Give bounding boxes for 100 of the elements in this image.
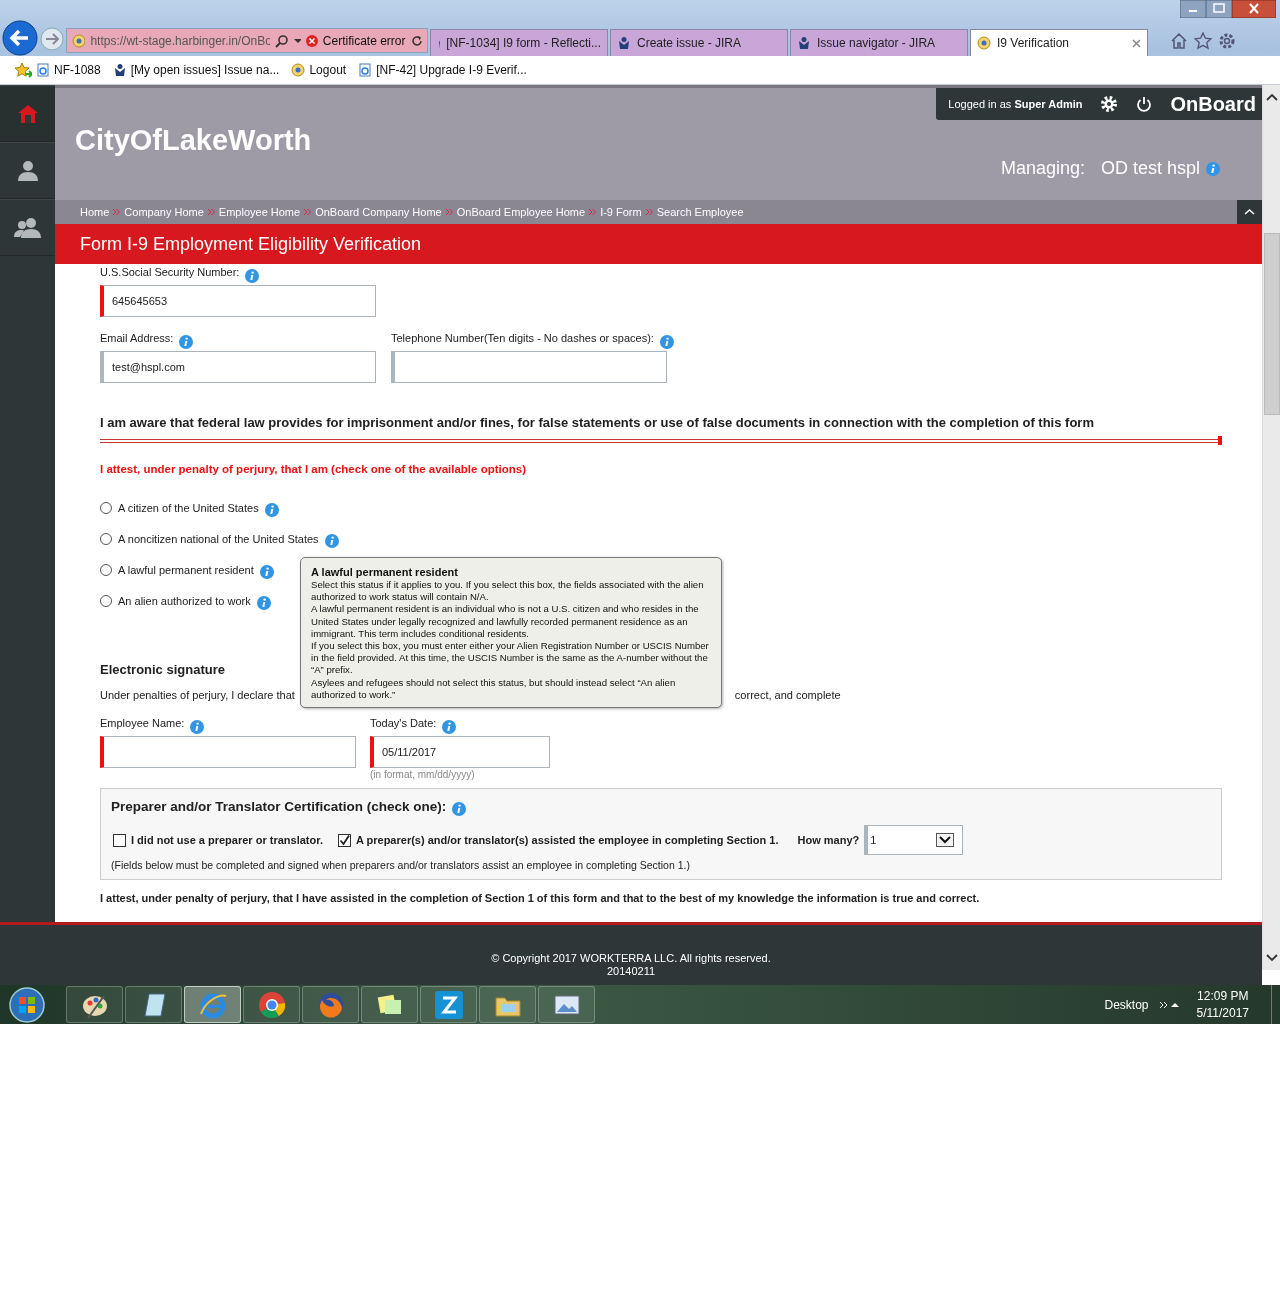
favorite-link[interactable]: NF-1088 bbox=[54, 63, 101, 77]
close-tab-icon[interactable] bbox=[1132, 38, 1141, 48]
info-icon[interactable] bbox=[1206, 161, 1220, 176]
browser-tab[interactable]: Issue navigator - JIRA bbox=[790, 29, 968, 56]
info-icon[interactable] bbox=[259, 564, 274, 579]
desktop-toolbar-label[interactable]: Desktop bbox=[1104, 997, 1149, 1012]
taskbar-app[interactable] bbox=[125, 986, 182, 1023]
managing-value: OD test hspl bbox=[1100, 158, 1200, 179]
scroll-up-icon[interactable] bbox=[1265, 93, 1278, 101]
page-icon bbox=[358, 63, 373, 77]
caret-icon[interactable] bbox=[293, 37, 302, 44]
radio-button[interactable] bbox=[100, 502, 112, 514]
checkbox[interactable] bbox=[113, 833, 126, 847]
favorites-star-icon[interactable] bbox=[14, 62, 32, 78]
taskbar-app[interactable] bbox=[479, 986, 536, 1023]
breadcrumb-link[interactable]: OnBoard Employee Home bbox=[456, 206, 586, 218]
certificate-error-text[interactable]: Certificate error bbox=[322, 33, 406, 48]
close-button[interactable] bbox=[1232, 0, 1276, 18]
power-icon[interactable] bbox=[1136, 96, 1153, 112]
breadcrumb-separator-icon bbox=[113, 209, 121, 215]
browser-tab[interactable]: Create issue - JIRA bbox=[610, 29, 788, 56]
info-icon[interactable] bbox=[324, 533, 339, 548]
taskbar-app[interactable] bbox=[538, 986, 595, 1023]
managing-label: Managing: bbox=[1000, 158, 1085, 179]
sidebar-item[interactable] bbox=[0, 85, 55, 142]
employee-name-input[interactable] bbox=[100, 736, 356, 768]
field-label: Today's Date: bbox=[370, 717, 437, 729]
start-button[interactable] bbox=[8, 985, 46, 1024]
radio-label[interactable]: A citizen of the United States bbox=[118, 502, 259, 514]
breadcrumb-link[interactable]: Home bbox=[80, 206, 110, 218]
clock-date[interactable]: 5/11/2017 bbox=[1196, 1004, 1249, 1022]
breadcrumb-link[interactable]: Search Employee bbox=[656, 206, 744, 218]
clock-time[interactable]: 12:09 PM bbox=[1197, 987, 1249, 1005]
radio-label[interactable]: An alien authorized to work bbox=[118, 595, 251, 607]
info-icon[interactable] bbox=[179, 335, 194, 349]
breadcrumb-link[interactable]: Employee Home bbox=[218, 206, 301, 218]
favorite-link[interactable]: [My open issues] Issue na... bbox=[130, 63, 280, 77]
browser-tab[interactable]: [NF-1034] I9 form - Reflecti... bbox=[430, 29, 608, 56]
breadcrumb-link[interactable]: Company Home bbox=[124, 206, 204, 218]
favorite-link[interactable]: [NF-42] Upgrade I-9 Everif... bbox=[376, 63, 527, 77]
info-icon[interactable] bbox=[659, 335, 674, 349]
home-icon[interactable] bbox=[1170, 32, 1188, 50]
info-icon[interactable] bbox=[190, 720, 205, 734]
search-icon[interactable] bbox=[275, 33, 289, 48]
radio-button[interactable] bbox=[100, 595, 112, 607]
tooltip-text: Asylees and refugees should not select this status, but should instead select “An alien authorized to work.” bbox=[311, 676, 677, 702]
info-icon[interactable] bbox=[452, 802, 467, 816]
site-icon bbox=[291, 63, 306, 77]
breadcrumb-link[interactable]: OnBoard Company Home bbox=[315, 206, 442, 218]
maximize-button[interactable] bbox=[1206, 0, 1232, 18]
checkbox-label[interactable]: I did not use a preparer or translator. bbox=[131, 834, 323, 846]
forward-button[interactable] bbox=[40, 27, 64, 51]
section-heading: Preparer and/or Translator Certification (check one): bbox=[111, 799, 447, 814]
format-hint: (in format, mm/dd/yyyy) bbox=[370, 769, 476, 780]
phone-input[interactable] bbox=[391, 351, 667, 383]
checkbox[interactable] bbox=[337, 833, 351, 847]
star-icon[interactable] bbox=[1194, 32, 1212, 50]
radio-label[interactable]: A lawful permanent resident bbox=[118, 564, 254, 576]
taskbar-app[interactable] bbox=[302, 986, 359, 1023]
warning-text: I am aware that federal law provides for imprisonment and/or fines, for false statements or use of false documents in connection with the completion of this form bbox=[100, 415, 1095, 430]
field-label: Employee Name: bbox=[100, 717, 185, 729]
scroll-down-icon[interactable] bbox=[1265, 954, 1278, 962]
date-input[interactable]: 05/11/2017 bbox=[370, 736, 550, 768]
taskbar-app[interactable] bbox=[420, 986, 477, 1023]
radio-label[interactable]: A noncitizen national of the United States bbox=[118, 533, 319, 545]
info-icon[interactable] bbox=[264, 502, 279, 517]
caret-icon[interactable] bbox=[936, 833, 955, 847]
minimize-button[interactable] bbox=[1180, 0, 1206, 18]
taskbar-app[interactable] bbox=[66, 986, 123, 1023]
breadcrumb-separator-icon bbox=[645, 209, 653, 215]
email-input[interactable]: test@hspl.com bbox=[100, 351, 376, 383]
info-icon[interactable] bbox=[245, 269, 260, 283]
info-icon[interactable] bbox=[256, 595, 271, 610]
scroll-thumb[interactable] bbox=[1263, 233, 1280, 415]
back-button[interactable] bbox=[2, 20, 38, 56]
breadcrumb-separator-icon bbox=[445, 209, 453, 215]
radio-button[interactable] bbox=[100, 533, 112, 545]
home-icon bbox=[16, 103, 39, 124]
radio-button[interactable] bbox=[100, 564, 112, 576]
caret-icon[interactable] bbox=[1170, 1001, 1179, 1008]
refresh-icon[interactable] bbox=[410, 34, 422, 47]
letter-tile-icon bbox=[433, 989, 464, 1020]
tooltip-text: If you select this box, you must enter either your Alien Registration Number or USCIS Number in the field provided. At this time, the USCIS Number is the same as the A-number without the “A” prefix. bbox=[311, 640, 710, 677]
field-label: U.S.Social Security Number: bbox=[100, 266, 240, 278]
browser-tab[interactable]: I9 Verification bbox=[970, 29, 1148, 56]
count-dropdown[interactable]: 1 bbox=[864, 825, 964, 855]
info-icon[interactable] bbox=[442, 720, 457, 734]
chevron-icon[interactable] bbox=[1158, 1000, 1169, 1009]
tooltip-text: Select this status if it applies to you. If you select this box, the fields associated with the alien authorized to work status will contain N/A. bbox=[311, 579, 705, 604]
tooltip-text: A lawful permanent resident is an individual who is not a U.S. citizen and who resides in the United States under legally recognized and lawfully recorded permanent residence as an immigrant. This term includes conditional residents. bbox=[311, 603, 700, 640]
collapse-button[interactable] bbox=[1237, 200, 1262, 224]
favorite-link[interactable]: Logout bbox=[309, 63, 347, 77]
checkbox-label[interactable]: A preparer(s) and/or translator(s) assisted the employee in completing Section 1. bbox=[355, 834, 779, 846]
users-icon bbox=[13, 216, 42, 239]
breadcrumb-link[interactable]: I-9 Form bbox=[600, 206, 642, 218]
scrollbar[interactable] bbox=[1262, 85, 1280, 970]
taskbar-app[interactable] bbox=[361, 986, 418, 1023]
field-label: Telephone Number(Ten digits - No dashes or spaces): bbox=[391, 332, 654, 344]
taskbar-app[interactable] bbox=[243, 986, 300, 1023]
ssn-input[interactable]: 645645653 bbox=[100, 285, 376, 317]
